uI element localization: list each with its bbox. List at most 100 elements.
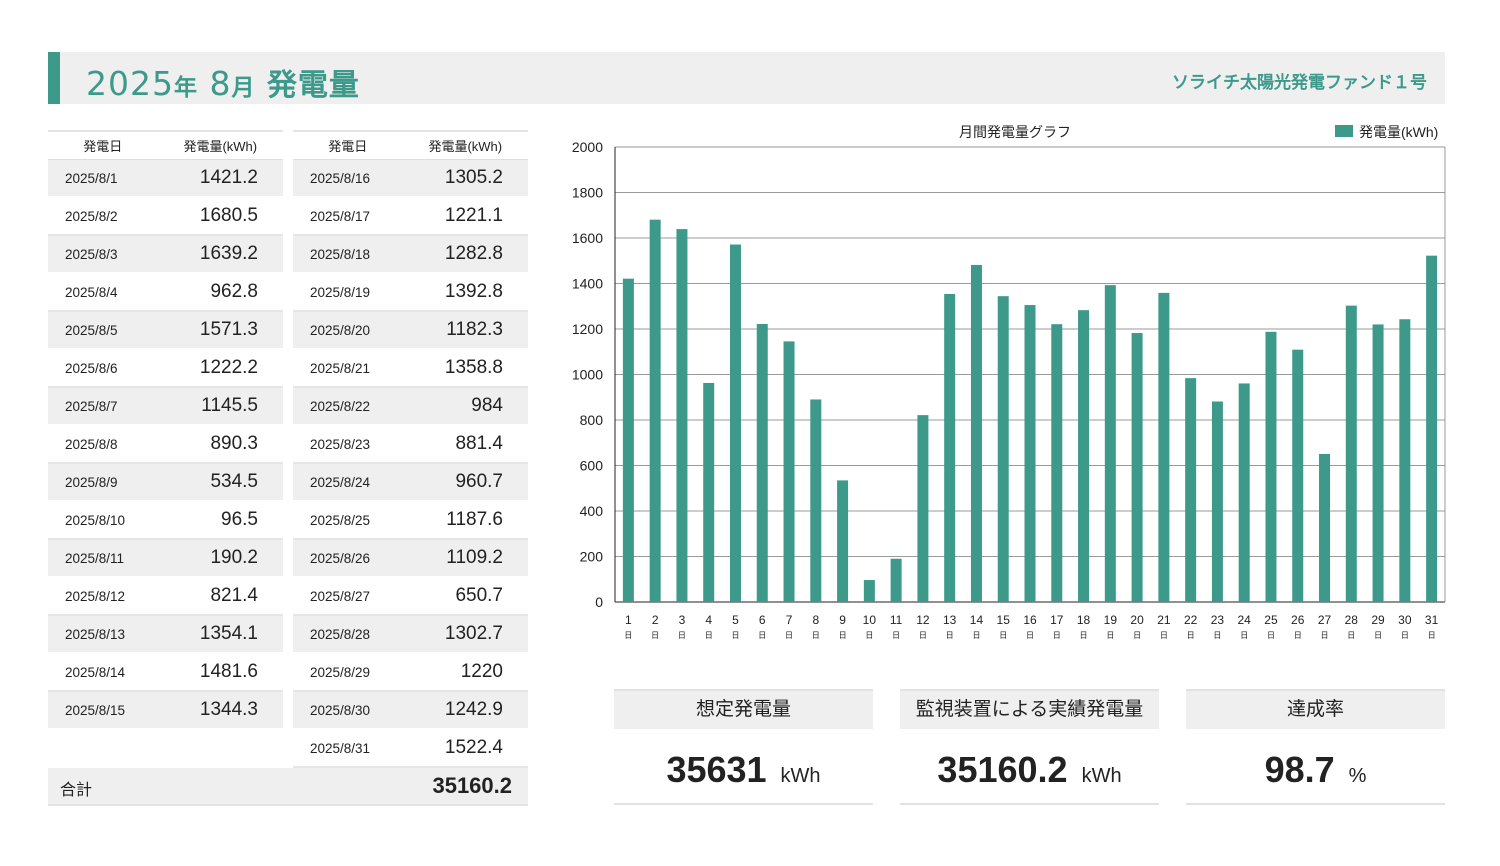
row-value: 1392.8: [402, 273, 528, 312]
row-date: 2025/8/12: [48, 577, 158, 616]
x-tick-suffix: 日: [1347, 631, 1355, 640]
x-tick-label: 4: [705, 613, 712, 627]
x-tick-label: 29: [1371, 613, 1385, 627]
row-date: 2025/8/15: [48, 691, 158, 730]
x-tick-label: 1: [625, 613, 632, 627]
header-accent-bar: [48, 52, 60, 104]
x-tick-label: 30: [1398, 613, 1412, 627]
title-year-suffix: 年: [173, 75, 198, 101]
x-tick-label: 8: [812, 613, 819, 627]
table-row: 2025/8/8 890.3: [48, 425, 283, 464]
x-tick-label: 12: [916, 613, 930, 627]
table-row: 2025/8/21 1358.8: [293, 349, 528, 388]
kpi-achievement-label: 達成率: [1186, 689, 1445, 729]
table-row: 2025/8/14 1481.6: [48, 653, 283, 692]
row-date: 2025/8/18: [293, 235, 403, 274]
x-tick-label: 6: [759, 613, 766, 627]
bar: [676, 229, 688, 602]
y-tick-label: 200: [580, 549, 604, 565]
x-tick-suffix: 日: [1294, 631, 1302, 640]
row-date: 2025/8/16: [293, 159, 403, 198]
table-row: 2025/8/16 1305.2: [293, 159, 528, 198]
bar: [1372, 324, 1384, 602]
row-value: 1222.2: [157, 349, 283, 388]
row-date: 2025/8/17: [293, 197, 403, 236]
fund-name: ソライチ太陽光発電ファンド１号: [1172, 73, 1427, 93]
row-date: 2025/8/11: [48, 539, 158, 578]
row-date: 2025/8/4: [48, 273, 158, 312]
x-tick-label: 22: [1184, 613, 1198, 627]
x-tick-suffix: 日: [892, 631, 900, 640]
page-title: 2025年 8月 発電量: [86, 60, 360, 104]
monthly-generation-chart: 月間発電量グラフ 発電量(kWh) 0 200 400 600 800 1000 1200 1…: [572, 124, 1446, 640]
kpi-actual: 監視装置による実績発電量 35160.2 kWh: [900, 689, 1159, 805]
x-tick-suffix: 日: [999, 631, 1007, 640]
daily-table-right: 発電日 発電量(kWh) 2025/8/16 1305.2 2025/8/17 122…: [293, 130, 528, 768]
y-tick-label: 1200: [572, 321, 603, 337]
row-value: 881.4: [402, 425, 528, 464]
table-row: 2025/8/18 1282.8: [293, 235, 528, 274]
row-date: 2025/8/21: [293, 349, 403, 388]
x-tick-suffix: 日: [758, 631, 766, 640]
bar: [1292, 349, 1304, 602]
row-date: 2025/8/20: [293, 311, 403, 350]
x-tick-label: 9: [839, 613, 846, 627]
x-tick-label: 10: [863, 613, 877, 627]
bar: [1131, 333, 1143, 602]
row-date: 2025/8/25: [293, 501, 403, 540]
table-row: 2025/8/1 1421.2: [48, 159, 283, 198]
bar: [1238, 383, 1250, 602]
y-tick-label: 600: [580, 458, 604, 474]
table-row: 2025/8/29 1220: [293, 653, 528, 692]
bar: [1319, 453, 1331, 602]
table-row: 2025/8/2 1680.5: [48, 197, 283, 236]
row-date: 2025/8/8: [48, 425, 158, 464]
x-tick-suffix: 日: [1053, 631, 1061, 640]
row-value: 96.5: [157, 501, 283, 540]
kpi-actual-body: 35160.2 kWh: [900, 729, 1159, 805]
chart-title: 月間発電量グラフ: [959, 124, 1071, 140]
x-tick-suffix: 日: [1187, 631, 1195, 640]
row-value: 1481.6: [157, 653, 283, 692]
table-row: 2025/8/10 96.5: [48, 501, 283, 540]
x-tick-suffix: 日: [1374, 631, 1382, 640]
x-tick-suffix: 日: [919, 631, 927, 640]
kpi-achievement: 達成率 98.7%: [1186, 689, 1445, 805]
row-date: 2025/8/6: [48, 349, 158, 388]
kpi-expected: 想定発電量 35631 kWh: [614, 689, 873, 805]
bar: [1345, 305, 1357, 602]
bar: [810, 399, 822, 602]
x-tick-suffix: 日: [1321, 631, 1329, 640]
table-row: 2025/8/9 534.5: [48, 463, 283, 502]
x-tick-label: 28: [1345, 613, 1359, 627]
kpi-achievement-unit: %: [1348, 765, 1367, 787]
x-tick-label: 25: [1264, 613, 1278, 627]
row-date: 2025/8/9: [48, 463, 158, 502]
x-tick-label: 11: [890, 613, 903, 627]
x-tick-label: 15: [997, 613, 1011, 627]
table-row: 2025/8/31 1522.4: [293, 729, 528, 768]
table-row: 2025/8/26 1109.2: [293, 539, 528, 578]
x-tick-suffix: 日: [624, 631, 632, 640]
row-date: 2025/8/7: [48, 387, 158, 426]
title-month: 8: [209, 64, 232, 103]
table-row: 2025/8/25 1187.6: [293, 501, 528, 540]
x-tick-suffix: 日: [1267, 631, 1275, 640]
row-value: 534.5: [157, 463, 283, 502]
kpi-actual-unit: kWh: [1081, 765, 1122, 787]
bar: [1426, 255, 1438, 603]
x-tick-suffix: 日: [812, 631, 820, 640]
column-header-date: 発電日: [48, 130, 158, 160]
bar: [649, 219, 661, 602]
bar: [1211, 401, 1223, 602]
x-tick-suffix: 日: [651, 631, 659, 640]
row-value: 1109.2: [402, 539, 528, 578]
row-date: 2025/8/30: [293, 691, 403, 730]
x-tick-label: 27: [1318, 613, 1332, 627]
row-date: 2025/8/2: [48, 197, 158, 236]
column-header-value: 発電量(kWh): [402, 130, 528, 160]
table-row: 2025/8/7 1145.5: [48, 387, 283, 426]
legend-swatch: [1335, 125, 1353, 137]
table-row: 2025/8/12 821.4: [48, 577, 283, 616]
row-value: 1145.5: [157, 387, 283, 426]
